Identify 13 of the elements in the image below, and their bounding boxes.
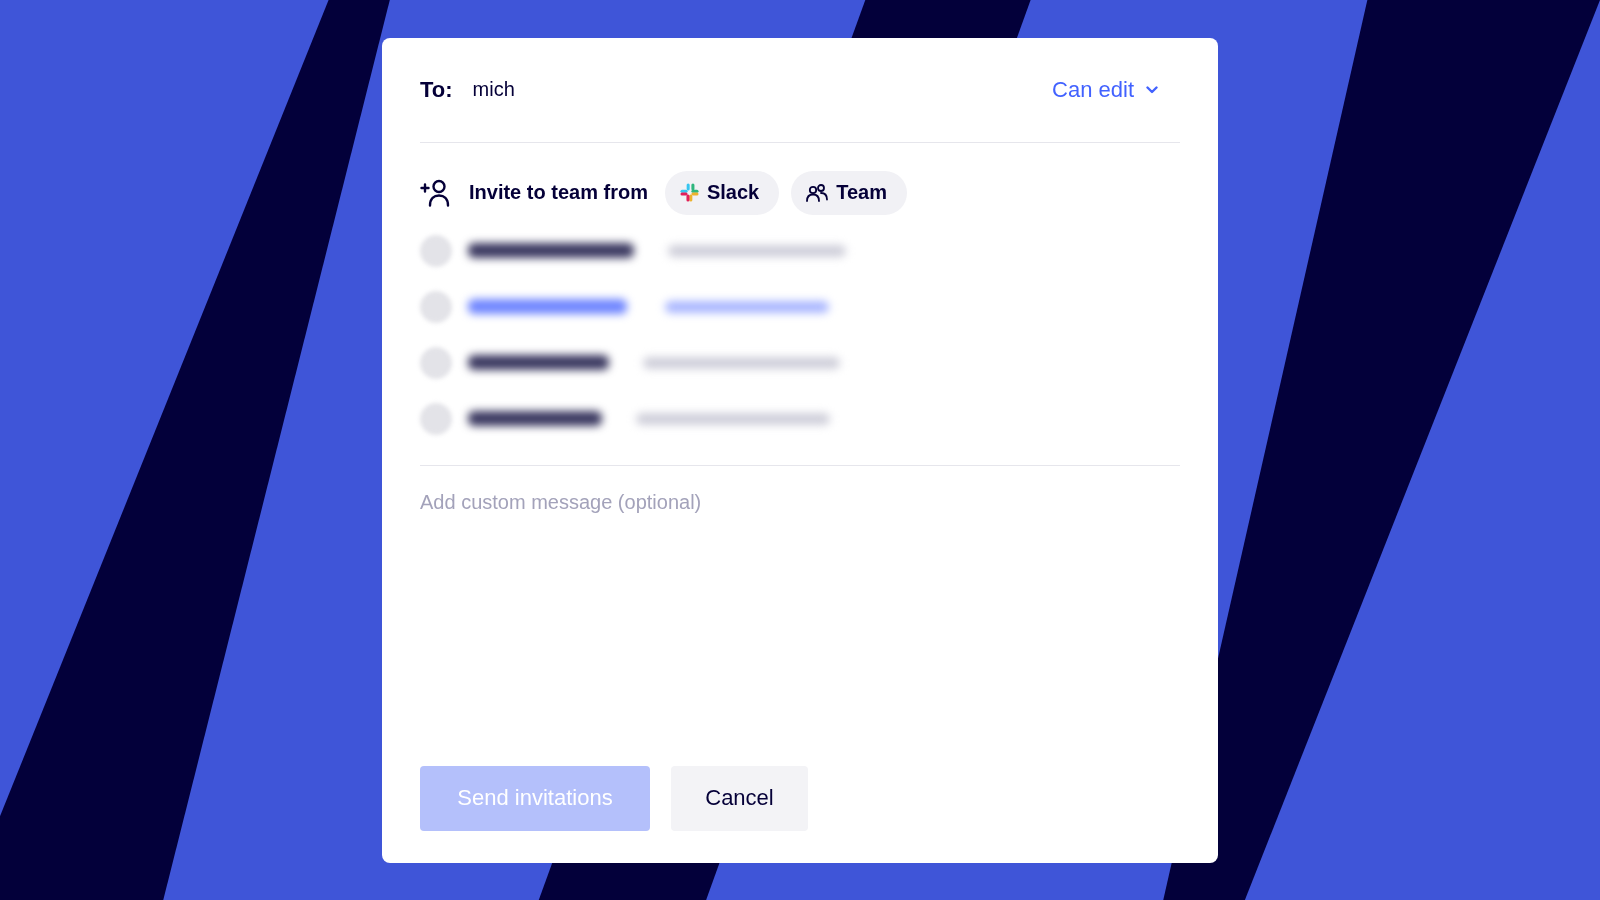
cancel-button[interactable]: Cancel [671, 765, 808, 831]
chevron-down-icon [1146, 85, 1158, 94]
add-user-icon [420, 178, 452, 207]
invite-label: Invite to team from [469, 181, 648, 204]
avatar-icon [420, 402, 452, 435]
to-label: To: [420, 76, 453, 103]
hashtag-logo-icon [679, 183, 699, 202]
avatar-icon [420, 346, 452, 379]
avatar-icon [420, 234, 452, 267]
people-icon [806, 183, 829, 202]
invite-source-chip[interactable]: Slack [664, 170, 780, 215]
avatar-icon [420, 290, 452, 323]
invite-source-chip[interactable]: Team [791, 170, 907, 215]
